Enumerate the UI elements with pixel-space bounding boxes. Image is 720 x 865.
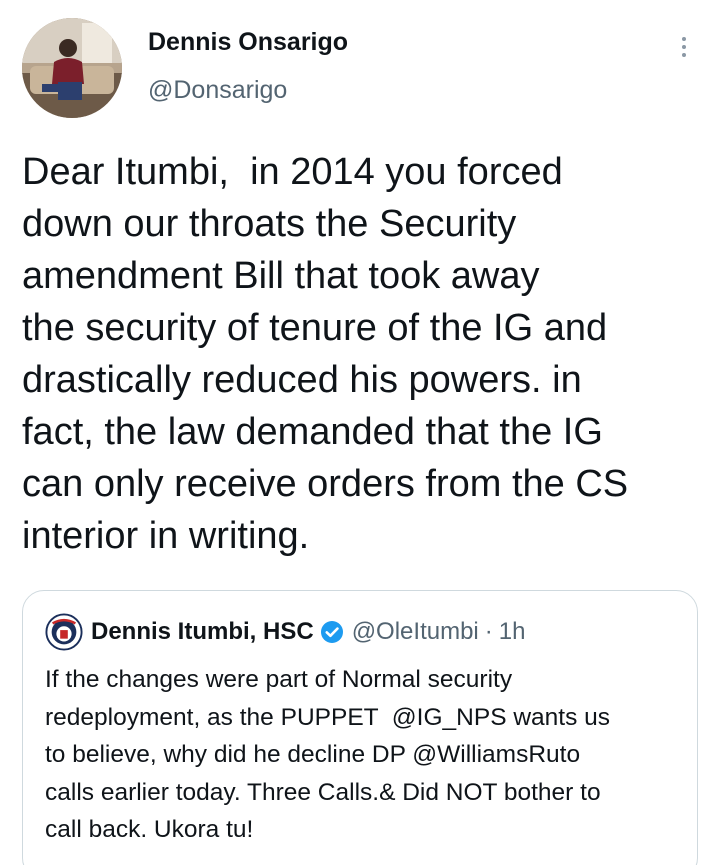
tweet-text-line: can only receive orders from the CS (22, 463, 629, 505)
tweet-text-line: amendment Bill that took away (22, 255, 540, 297)
author-avatar[interactable] (22, 18, 122, 118)
tweet-text: Dear Itumbi, in 2014 you forced down our… (22, 146, 712, 562)
tweet-text-line: the security of tenure of the IG and (22, 307, 608, 349)
avatar-photo (22, 18, 122, 118)
quoted-author-name[interactable]: Dennis Itumbi, HSC (91, 618, 314, 646)
quoted-tweet-text: If the changes were part of Normal secur… (45, 661, 685, 849)
quoted-text-line: calls earlier today. Three Calls.& Did N… (45, 778, 601, 806)
separator-dot: · (484, 618, 493, 645)
quoted-text-line: redeployment, as the PUPPET @IG_NPS want… (45, 703, 611, 731)
quoted-text-line: call back. Ukora tu! (45, 816, 254, 843)
quoted-text-line: If the changes were part of Normal secur… (45, 666, 513, 693)
more-vertical-icon[interactable] (672, 32, 696, 62)
author-handle[interactable]: @Donsarigo (148, 76, 287, 105)
author-name[interactable]: Dennis Onsarigo (148, 28, 348, 57)
verified-badge-icon (320, 620, 344, 644)
quoted-author-handle[interactable]: @OleItumbi (352, 618, 479, 646)
quoted-author-avatar[interactable] (45, 613, 83, 651)
tweet-card: Dennis Onsarigo @Donsarigo Dear Itumbi, … (0, 0, 720, 865)
tweet-text-line: down our throats the Security (22, 203, 517, 245)
avatar-logo (45, 613, 83, 651)
quoted-text-line: to believe, why did he decline DP @Willi… (45, 741, 581, 768)
tweet-text-line: Dear Itumbi, in 2014 you forced (22, 151, 563, 193)
quoted-tweet-time[interactable]: 1h (499, 618, 526, 646)
tweet-text-line: drastically reduced his powers. in (22, 359, 582, 401)
tweet-text-line: interior in writing. (22, 515, 310, 557)
quoted-tweet-header: Dennis Itumbi, HSC @OleItumbi · 1h (91, 613, 525, 651)
quoted-tweet[interactable]: Dennis Itumbi, HSC @OleItumbi · 1h If th… (22, 590, 698, 865)
tweet-text-line: fact, the law demanded that the IG (22, 411, 603, 453)
